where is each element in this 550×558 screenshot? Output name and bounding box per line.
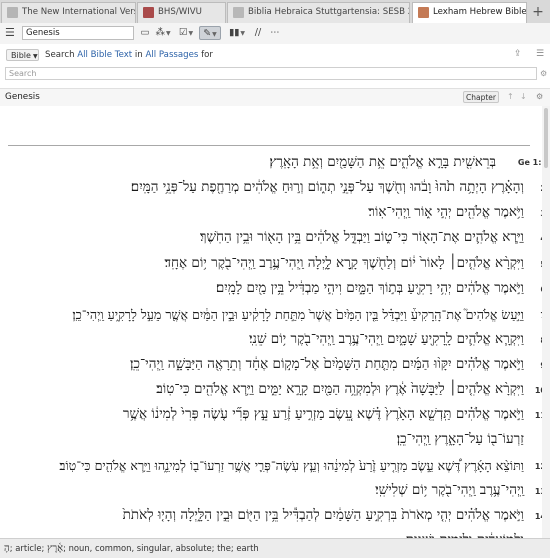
word-info: הָ; article; אֶ֫רֶץ; noun, common, singu… [4, 543, 259, 554]
divider [8, 145, 530, 146]
verse-text[interactable]: וַיִּקְרָ֨א אֱלֹהִ֤ים׀ לַיַּבָּשָׁה֙ אֶ֔… [156, 381, 524, 398]
navigation-bar: Genesis Chapter ▾ ↑ ↓ ⚙ [0, 88, 550, 114]
book-cover-icon [233, 7, 244, 18]
search-options-icon[interactable]: ⚙ [540, 69, 547, 78]
highlight-icon[interactable]: ✎▼ [199, 26, 221, 40]
check-icon[interactable]: ☑▼ [176, 26, 196, 40]
verse-text[interactable]: וַיֹּ֥אמֶר אֱלֹהִ֖ים יְהִ֣י א֑וֹר וַֽיְה… [368, 204, 524, 221]
reference-box[interactable]: Genesis [22, 26, 134, 40]
verse-text[interactable]: וַיֹּ֣אמֶר אֱלֹהִ֗ים תַּֽדְשֵׁ֤א הָאָ֙רֶ… [84, 402, 524, 452]
verse-text[interactable]: וַיֹּ֣אמֶר אֱלֹהִ֔ים יְהִ֥י רָקִ֖יעַ בְּ… [216, 280, 524, 297]
tab-bar: The New International Version BHS/WIVU B… [0, 0, 550, 24]
new-tab-button[interactable]: + [528, 2, 548, 22]
prefix-description: ; article; [9, 543, 48, 553]
settings-icon[interactable]: ⚙ [536, 91, 543, 103]
arrow-down-icon[interactable]: ↓ [520, 91, 527, 103]
book-cover-icon [418, 7, 429, 18]
panel-menu-icon[interactable]: ☰ [536, 49, 544, 59]
visual-filter-icon[interactable]: ⁂▼ [153, 26, 173, 40]
verse-text[interactable]: וַיַּ֣עַשׂ אֱלֹהִים֮ אֶת־הָֽרָקִיעַ֒ וַי… [72, 306, 524, 323]
tab-lexham-hebrew-bible[interactable]: Lexham Hebrew Bible [412, 2, 527, 24]
book-icon[interactable]: ▭ [139, 26, 151, 40]
verse-text[interactable]: בְּרֵאשִׁ֖ית בָּרָ֣א אֱלֹהִ֑ים אֵ֥ת הַשָ… [269, 154, 496, 171]
tab-bhs-wivu[interactable]: BHS/WIVU [137, 2, 226, 23]
menu-icon[interactable]: ☰ [5, 27, 17, 39]
bible-text-pane: בְּרֵאשִׁ֖ית בָּרָ֣א אֱלֹהִ֑ים אֵ֥ת הַשָ… [0, 106, 550, 538]
tab-label: The New International Version [22, 7, 135, 17]
book-cover-icon [7, 7, 18, 18]
verse-text[interactable]: וַֽיְהִי־עֶ֥רֶב וַֽיְהִי־בֹ֖קֶר י֥וֹם שְ… [375, 482, 524, 499]
verse-text[interactable]: וַתּוֹצֵ֨א הָאָ֜רֶץ דֶּ֠שֶׁא עֵ֣שֶׂב מַז… [59, 457, 524, 474]
tab-label: BHS/WIVU [158, 7, 202, 17]
resource-type-button[interactable]: Bible ▼ [6, 49, 39, 61]
search-scope-line: Search All Bible Text in All Passages fo… [45, 50, 213, 60]
tab-label: Biblia Hebraica Stuttgartensia: SESB 2.0… [248, 7, 409, 17]
parallel-icon[interactable]: // [252, 26, 264, 40]
verse-text[interactable]: וַיֹּ֣אמֶר אֱלֹהִ֗ים יְהִ֤י מְאֹרֹת֙ בִּ… [84, 503, 524, 538]
verse-text[interactable]: וַיַּ֧רְא אֱלֹהִ֛ים אֶת־הָא֖וֹר כִּי־ט֑ו… [200, 229, 524, 246]
arrow-up-icon[interactable]: ↑ [507, 91, 514, 103]
share-icon[interactable]: ⇪ [514, 49, 522, 59]
word-hebrew: אֶ֫רֶץ [47, 543, 64, 554]
scrollbar[interactable] [542, 106, 550, 538]
resource-toolbar: ☰ Genesis ▭ ⁂▼ ☑▼ ✎▼ ▮▮▼ // ⋯ [0, 23, 550, 45]
more-icon[interactable]: ⋯ [268, 26, 282, 40]
columns-icon[interactable]: ▮▮▼ [227, 26, 247, 40]
search-input[interactable]: Search [5, 67, 537, 80]
search-scope-link[interactable]: All Bible Text [77, 50, 132, 60]
chapter-dropdown[interactable]: Chapter ▾ [463, 91, 499, 114]
status-bar: הָ; article; אֶ֫רֶץ; noun, common, singu… [0, 538, 550, 558]
tab-bhs-sesb[interactable]: Biblia Hebraica Stuttgartensia: SESB 2.0… [227, 2, 410, 23]
verse-text[interactable]: וַיִּקְרָ֨א אֱלֹהִ֤ים׀ לָאוֹר֙ י֔וֹם וְל… [165, 255, 524, 272]
verse-text[interactable]: וַיִּקְרָ֧א אֱלֹהִ֛ים לָֽרָקִ֖יעַ שָׁמָ֑… [249, 331, 524, 348]
verse-text[interactable]: וְהָאָ֗רֶץ הָיְתָ֥ה תֹ֙הוּ֙ וָבֹ֔הוּ וְח… [131, 179, 524, 196]
search-bar: Bible ▼ Search All Bible Text in All Pass… [0, 44, 550, 66]
tab-label: Lexham Hebrew Bible [433, 7, 527, 17]
search-range-link[interactable]: All Passages [146, 50, 199, 60]
verse-number: Ge 1:1 [517, 158, 547, 167]
book-cover-icon [143, 7, 154, 18]
scrollbar-thumb[interactable] [544, 108, 548, 168]
word-description: ; noun, common, singular, absolute; the;… [63, 543, 259, 553]
tab-niv[interactable]: The New International Version [1, 2, 136, 23]
book-title: Genesis [5, 92, 40, 102]
verse-text[interactable]: וַיֹּ֣אמֶר אֱלֹהִ֗ים יִקָּו֨וּ הַמַּ֜יִם… [130, 356, 524, 373]
